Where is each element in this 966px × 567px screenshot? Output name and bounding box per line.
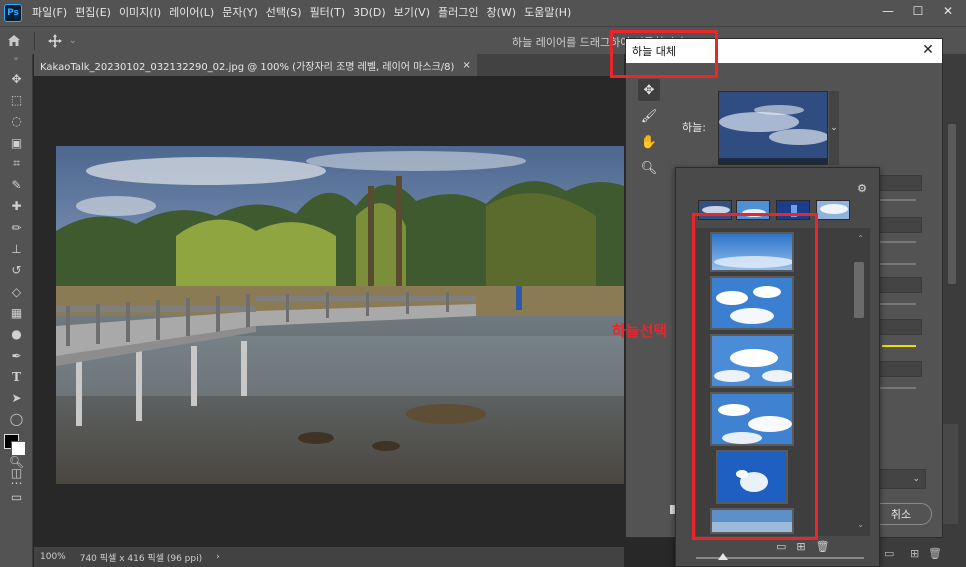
gradient-icon[interactable]: ▦ (0, 302, 33, 323)
status-bar: 100% 740 픽셀 x 416 픽셀 (96 ppi) › (34, 547, 624, 567)
new-group-icon[interactable]: ▭ (776, 540, 786, 553)
zoom-level[interactable]: 100% (40, 552, 66, 562)
path-select-icon[interactable]: ➤ (0, 387, 33, 408)
document-dimensions: 740 픽셀 x 416 픽셀 (96 ppi) (79, 553, 203, 564)
thumbnail-size-handle[interactable] (718, 553, 728, 560)
status-arrow-icon[interactable]: › (216, 552, 220, 562)
marquee-icon[interactable]: ⬚ (0, 89, 33, 110)
menu-bar: Ps 파일(F) 편집(E) 이미지(I) 레이어(L) 문자(Y) 선택(S)… (0, 0, 966, 26)
canvas-area[interactable] (34, 76, 624, 547)
annotation-label: 하늘선택 (612, 322, 668, 340)
dialog-tools: ✥ 🖌︎ ✋ 🔍︎ (638, 79, 660, 183)
title-highlight-box (610, 30, 718, 78)
stamp-icon[interactable]: ⊥ (0, 238, 33, 259)
dialog-close-button[interactable]: ✕ (920, 42, 936, 58)
sky-list-scrollbar[interactable] (854, 262, 864, 318)
trash-icon[interactable]: 🗑︎ (928, 547, 942, 560)
history-brush-icon[interactable]: ↺ (0, 260, 33, 281)
lighting-indicator (882, 345, 916, 347)
menu-help[interactable]: 도움말(H) (520, 0, 575, 26)
restore-button[interactable]: ☐ (906, 2, 930, 20)
type-icon[interactable]: T (0, 366, 33, 387)
minimize-button[interactable]: — (876, 2, 900, 20)
chevron-down-icon[interactable]: ⌄ (69, 36, 77, 46)
divider (34, 31, 35, 50)
close-window-button[interactable]: ✕ (936, 2, 960, 20)
temperature-slider[interactable] (876, 303, 916, 305)
sky-list-actions: ▭ ⊞ 🗑︎ (776, 540, 830, 553)
scale-field[interactable] (876, 319, 922, 335)
brush-icon[interactable]: ✏ (0, 217, 33, 238)
collapse-icon[interactable]: » (0, 54, 32, 68)
sky-brush-icon[interactable]: 🖌︎ (638, 105, 660, 127)
hand-icon[interactable]: ✋ (638, 131, 660, 153)
scroll-up-icon[interactable]: ⌃ (857, 234, 864, 243)
quick-mask-icon[interactable]: ◫ (0, 462, 33, 483)
menu-file[interactable]: 파일(F) (28, 0, 71, 26)
fade-edge-slider[interactable] (876, 241, 916, 243)
chevron-down-icon: ⌄ (912, 474, 920, 484)
eraser-icon[interactable]: ◇ (0, 281, 33, 302)
document-tab[interactable]: KakaoTalk_20230102_032132290_02.jpg @ 10… (34, 54, 477, 76)
photoshop-logo: Ps (4, 4, 22, 22)
brightness-field[interactable] (876, 277, 922, 293)
document-image (56, 146, 624, 484)
screen-mode-icon[interactable]: ▭ (0, 486, 33, 507)
sky-group-thumbnail[interactable] (816, 200, 850, 220)
eyedropper-icon[interactable]: ✎ (0, 174, 33, 195)
menu-3d[interactable]: 3D(D) (349, 0, 390, 26)
trash-icon[interactable]: 🗑︎ (816, 540, 830, 553)
pen-icon[interactable]: ✒ (0, 345, 33, 366)
healing-brush-icon[interactable]: ✚ (0, 196, 33, 217)
menu-view[interactable]: 보기(V) (390, 0, 434, 26)
fade-edge-field[interactable] (876, 217, 922, 233)
shape-icon[interactable]: ◯ (0, 409, 33, 430)
scroll-down-icon[interactable]: ⌄ (857, 520, 864, 529)
lighting-adjust-field[interactable] (876, 361, 922, 377)
sky-dropdown-chevron-icon[interactable]: ⌄ (829, 91, 839, 165)
document-tab-bar: KakaoTalk_20230102_032132290_02.jpg @ 10… (34, 54, 624, 76)
close-tab-icon[interactable]: × (462, 60, 470, 71)
home-icon[interactable] (0, 27, 28, 55)
color-adjust-slider[interactable] (876, 387, 916, 389)
menu-edit[interactable]: 편집(E) (71, 0, 115, 26)
move-tool-icon[interactable] (41, 27, 69, 55)
move-icon[interactable]: ✥ (0, 68, 33, 89)
object-select-icon[interactable]: ▣ (0, 132, 33, 153)
zoom-icon[interactable]: 🔍︎ (638, 157, 660, 179)
menu-layer[interactable]: 레이어(L) (165, 0, 218, 26)
dodge-icon[interactable]: ● (0, 324, 33, 345)
tools-panel: » ✥ ⬚ ◌ ▣ ⌗ ✎ ✚ ✏ ⊥ ↺ ◇ ▦ ● ✒ T ➤ ◯ ✋ 🔍︎… (0, 54, 33, 567)
gear-icon[interactable]: ⚙ (857, 182, 867, 195)
background-color-swatch[interactable] (11, 441, 26, 456)
selected-sky-thumbnail[interactable] (718, 91, 828, 165)
new-layer-icon[interactable]: ⊞ (910, 547, 919, 560)
window-controls: — ☐ ✕ (876, 2, 960, 20)
panel-scrollbar[interactable] (948, 124, 956, 284)
menu-filter[interactable]: 필터(T) (306, 0, 350, 26)
sky-label: 하늘: (682, 121, 706, 134)
shift-edge-field[interactable] (876, 175, 922, 191)
sky-list-highlight-box (692, 213, 818, 540)
new-sky-icon[interactable]: ⊞ (796, 540, 805, 553)
crop-icon[interactable]: ⌗ (0, 153, 33, 174)
document-tab-title: KakaoTalk_20230102_032132290_02.jpg @ 10… (40, 61, 455, 73)
move-icon[interactable]: ✥ (638, 79, 660, 101)
menu-select[interactable]: 선택(S) (262, 0, 306, 26)
brightness-slider[interactable] (876, 263, 916, 265)
menu-image[interactable]: 이미지(I) (115, 0, 165, 26)
menu-window[interactable]: 창(W) (482, 0, 520, 26)
menu-type[interactable]: 문자(Y) (218, 0, 262, 26)
menu-plugins[interactable]: 플러그인 (434, 0, 482, 26)
lasso-icon[interactable]: ◌ (0, 111, 33, 132)
shift-edge-slider[interactable] (876, 199, 916, 201)
folder-icon[interactable]: ▭ (884, 547, 894, 560)
